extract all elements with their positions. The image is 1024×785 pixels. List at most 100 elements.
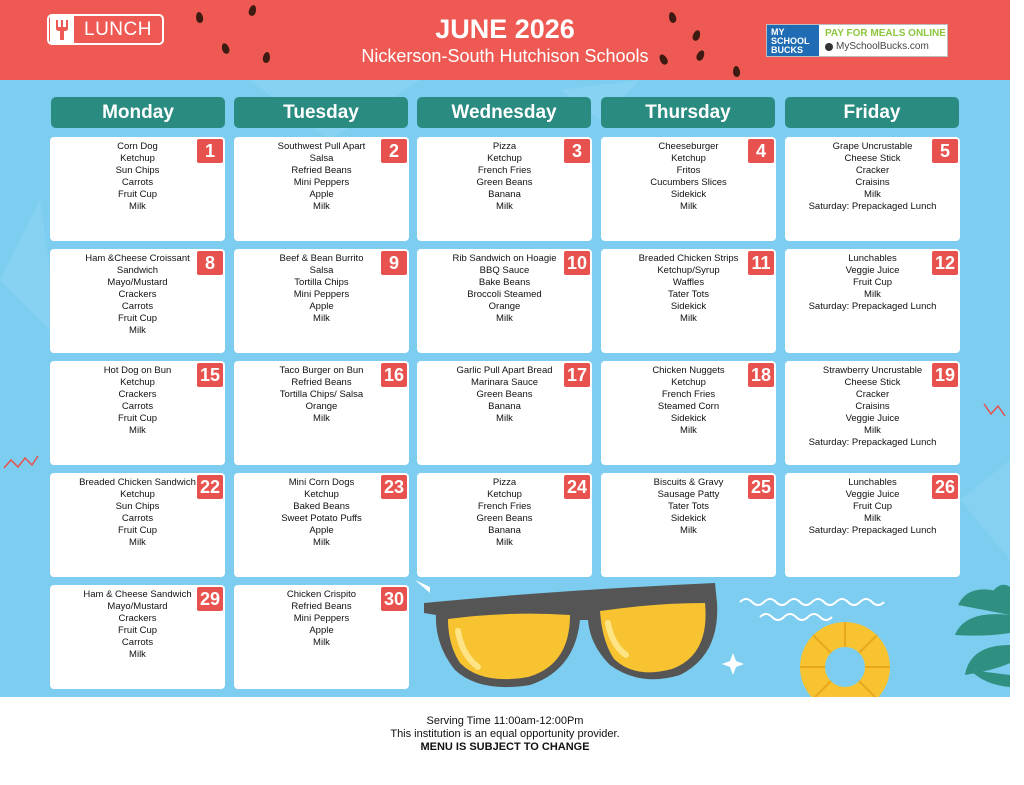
sunglasses-icon — [415, 580, 718, 688]
menu-item: Mini Peppers — [293, 289, 350, 300]
day-header-tuesday: Tuesday — [234, 97, 408, 128]
menu-item: Sidekick — [670, 513, 707, 524]
menu-list: Pizza Ketchup French Fries Green Beans Banan… — [421, 477, 588, 549]
menu-item: Milk — [680, 201, 697, 212]
day-cell: 1 Corn Dog Ketchup Sun Chips Carrots Fruit Cu… — [50, 137, 225, 241]
day-header-monday: Monday — [51, 97, 225, 128]
day-cell: 19 Strawberry Uncrustable Cheese Stick Crac… — [785, 361, 960, 465]
menu-item: Broccoli Steamed — [467, 289, 542, 300]
day-cell: 3 Pizza Ketchup French Fries Green Beans Bana… — [417, 137, 592, 241]
pineapple-slice-icon — [800, 622, 890, 697]
menu-item: Milk — [313, 413, 330, 424]
serving-time: Serving Time 11:00am-12:00Pm — [426, 715, 584, 727]
day-cell: 10 Rib Sandwich on Hoagie BBQ Sauce Bake Be… — [417, 249, 592, 353]
day-header-wednesday: Wednesday — [417, 97, 591, 128]
menu-item: Ketchup — [671, 377, 706, 388]
menu-item: Carrots — [121, 301, 154, 312]
district-name: Nickerson-South Hutchison Schools — [361, 46, 649, 66]
watermelon-seed-icon — [247, 4, 258, 17]
menu-item: Pizza — [492, 477, 517, 488]
day-cell: 16 Taco Burger on Bun Refried Beans Tortill… — [234, 361, 409, 465]
menu-item: Milk — [864, 425, 881, 436]
menu-item: Carrots — [121, 513, 154, 524]
menu-item: Bake Beans — [478, 277, 531, 288]
menu-item: Southwest Pull Apart — [277, 141, 366, 152]
menu-item: Tortilla Chips/ Salsa — [279, 389, 364, 400]
menu-item: Mini Corn Dogs — [288, 477, 355, 488]
menu-list: Corn Dog Ketchup Sun Chips Carrots Fruit Cup… — [54, 141, 221, 213]
day-cell: 12 Lunchables Veggie Juice Fruit Cup Milk Sat… — [785, 249, 960, 353]
menu-item: Corn Dog — [117, 141, 158, 152]
day-cell: 4 Cheeseburger Ketchup Fritos Cucumbers Slic… — [601, 137, 776, 241]
menu-list: Ham & Cheese Sandwich Mayo/Mustard Cracker… — [54, 589, 221, 661]
menu-item: Apple — [309, 189, 334, 200]
menu-item: Cracker — [855, 389, 890, 400]
menu-item: Crackers — [118, 613, 157, 624]
menu-item: Sandwich — [116, 265, 159, 276]
menu-item: Saturday: Prepackaged Lunch — [808, 301, 937, 312]
menu-item: Milk — [129, 325, 146, 336]
menu-item: Sun Chips — [115, 165, 160, 176]
menu-item: Chicken Crispito — [286, 589, 357, 600]
menu-item: Milk — [129, 425, 146, 436]
menu-item: Tater Tots — [667, 289, 709, 300]
day-cell: 25 Biscuits & Gravy Sausage Patty Tater Tot… — [601, 473, 776, 577]
menu-list: Strawberry Uncrustable Cheese Stick Cracke… — [789, 365, 956, 449]
menu-item: Veggie Juice — [845, 413, 900, 424]
menu-item: French Fries — [661, 389, 716, 400]
menu-list: Garlic Pull Apart Bread Marinara Sauce Gre… — [421, 365, 588, 425]
day-cell: 23 Mini Corn Dogs Ketchup Baked Beans Sweet … — [234, 473, 409, 577]
menu-item: Marinara Sauce — [470, 377, 539, 388]
menu-item: Veggie Juice — [845, 489, 900, 500]
menu-list: Grape Uncrustable Cheese Stick Cracker Crai… — [789, 141, 956, 213]
menu-list: Breaded Chicken Sandwich Ketchup Sun Chips… — [54, 477, 221, 549]
myschoolbucks-link[interactable]: MySchoolBucks.com — [825, 41, 946, 52]
menu-list: Beef & Bean Burrito Salsa Tortilla Chips Mi… — [238, 253, 405, 325]
menu-item: Milk — [496, 413, 513, 424]
menu-item: Milk — [313, 201, 330, 212]
watermelon-seed-icon — [695, 49, 706, 62]
menu-item: Banana — [488, 401, 521, 412]
wave-icon — [739, 598, 885, 621]
menu-item: Strawberry Uncrustable — [822, 365, 923, 376]
menu-item: Orange — [305, 401, 338, 412]
menu-item: Fruit Cup — [117, 625, 158, 636]
menu-item: Fruit Cup — [852, 277, 893, 288]
menu-item: Milk — [313, 637, 330, 648]
day-header-thursday: Thursday — [601, 97, 775, 128]
watermelon-seed-icon — [667, 11, 678, 24]
menu-item: Tater Tots — [667, 501, 709, 512]
myschoolbucks-banner[interactable]: MY SCHOOL BUCKS PAY FOR MEALS ONLINE MyS… — [766, 24, 948, 57]
menu-item: Saturday: Prepackaged Lunch — [808, 525, 937, 536]
menu-item: Taco Burger on Bun — [279, 365, 364, 376]
menu-item: Ham & Cheese Sandwich — [83, 589, 192, 600]
menu-item: Ketchup — [487, 153, 522, 164]
menu-item: Fruit Cup — [117, 313, 158, 324]
menu-item: Green Beans — [476, 177, 533, 188]
menu-list: Taco Burger on Bun Refried Beans Tortilla … — [238, 365, 405, 425]
equal-opportunity-statement: This institution is an equal opportunity… — [390, 728, 620, 740]
menu-item: Sun Chips — [115, 501, 160, 512]
menu-list: Southwest Pull Apart Salsa Refried Beans Mi… — [238, 141, 405, 213]
menu-item: Cucumbers Slices — [650, 177, 727, 188]
menu-item: Carrots — [121, 177, 154, 188]
menu-item: Milk — [129, 537, 146, 548]
menu-item: Refried Beans — [291, 601, 352, 612]
menu-list: Breaded Chicken Strips Ketchup/Syrup Waffl… — [605, 253, 772, 325]
menu-disclaimer: MENU IS SUBJECT TO CHANGE — [420, 741, 590, 753]
menu-item: Fruit Cup — [117, 413, 158, 424]
menu-item: Green Beans — [476, 513, 533, 524]
menu-item: Sausage Patty — [657, 489, 720, 500]
menu-item: Saturday: Prepackaged Lunch — [808, 201, 937, 212]
menu-item: Banana — [488, 525, 521, 536]
menu-item: Fruit Cup — [117, 189, 158, 200]
page-title: JUNE 2026 — [435, 14, 575, 44]
menu-item: Apple — [309, 625, 334, 636]
zigzag-icon — [983, 403, 1006, 417]
menu-item: Milk — [496, 537, 513, 548]
day-cell: 9 Beef & Bean Burrito Salsa Tortilla Chips M… — [234, 249, 409, 353]
menu-list: Lunchables Veggie Juice Fruit Cup Milk Satur… — [789, 253, 956, 313]
menu-item: Mini Peppers — [293, 613, 350, 624]
menu-item: Breaded Chicken Sandwich — [79, 477, 196, 488]
header-banner: LUNCH JUNE 2026 Nickerson-South Hutchiso… — [0, 0, 1010, 80]
